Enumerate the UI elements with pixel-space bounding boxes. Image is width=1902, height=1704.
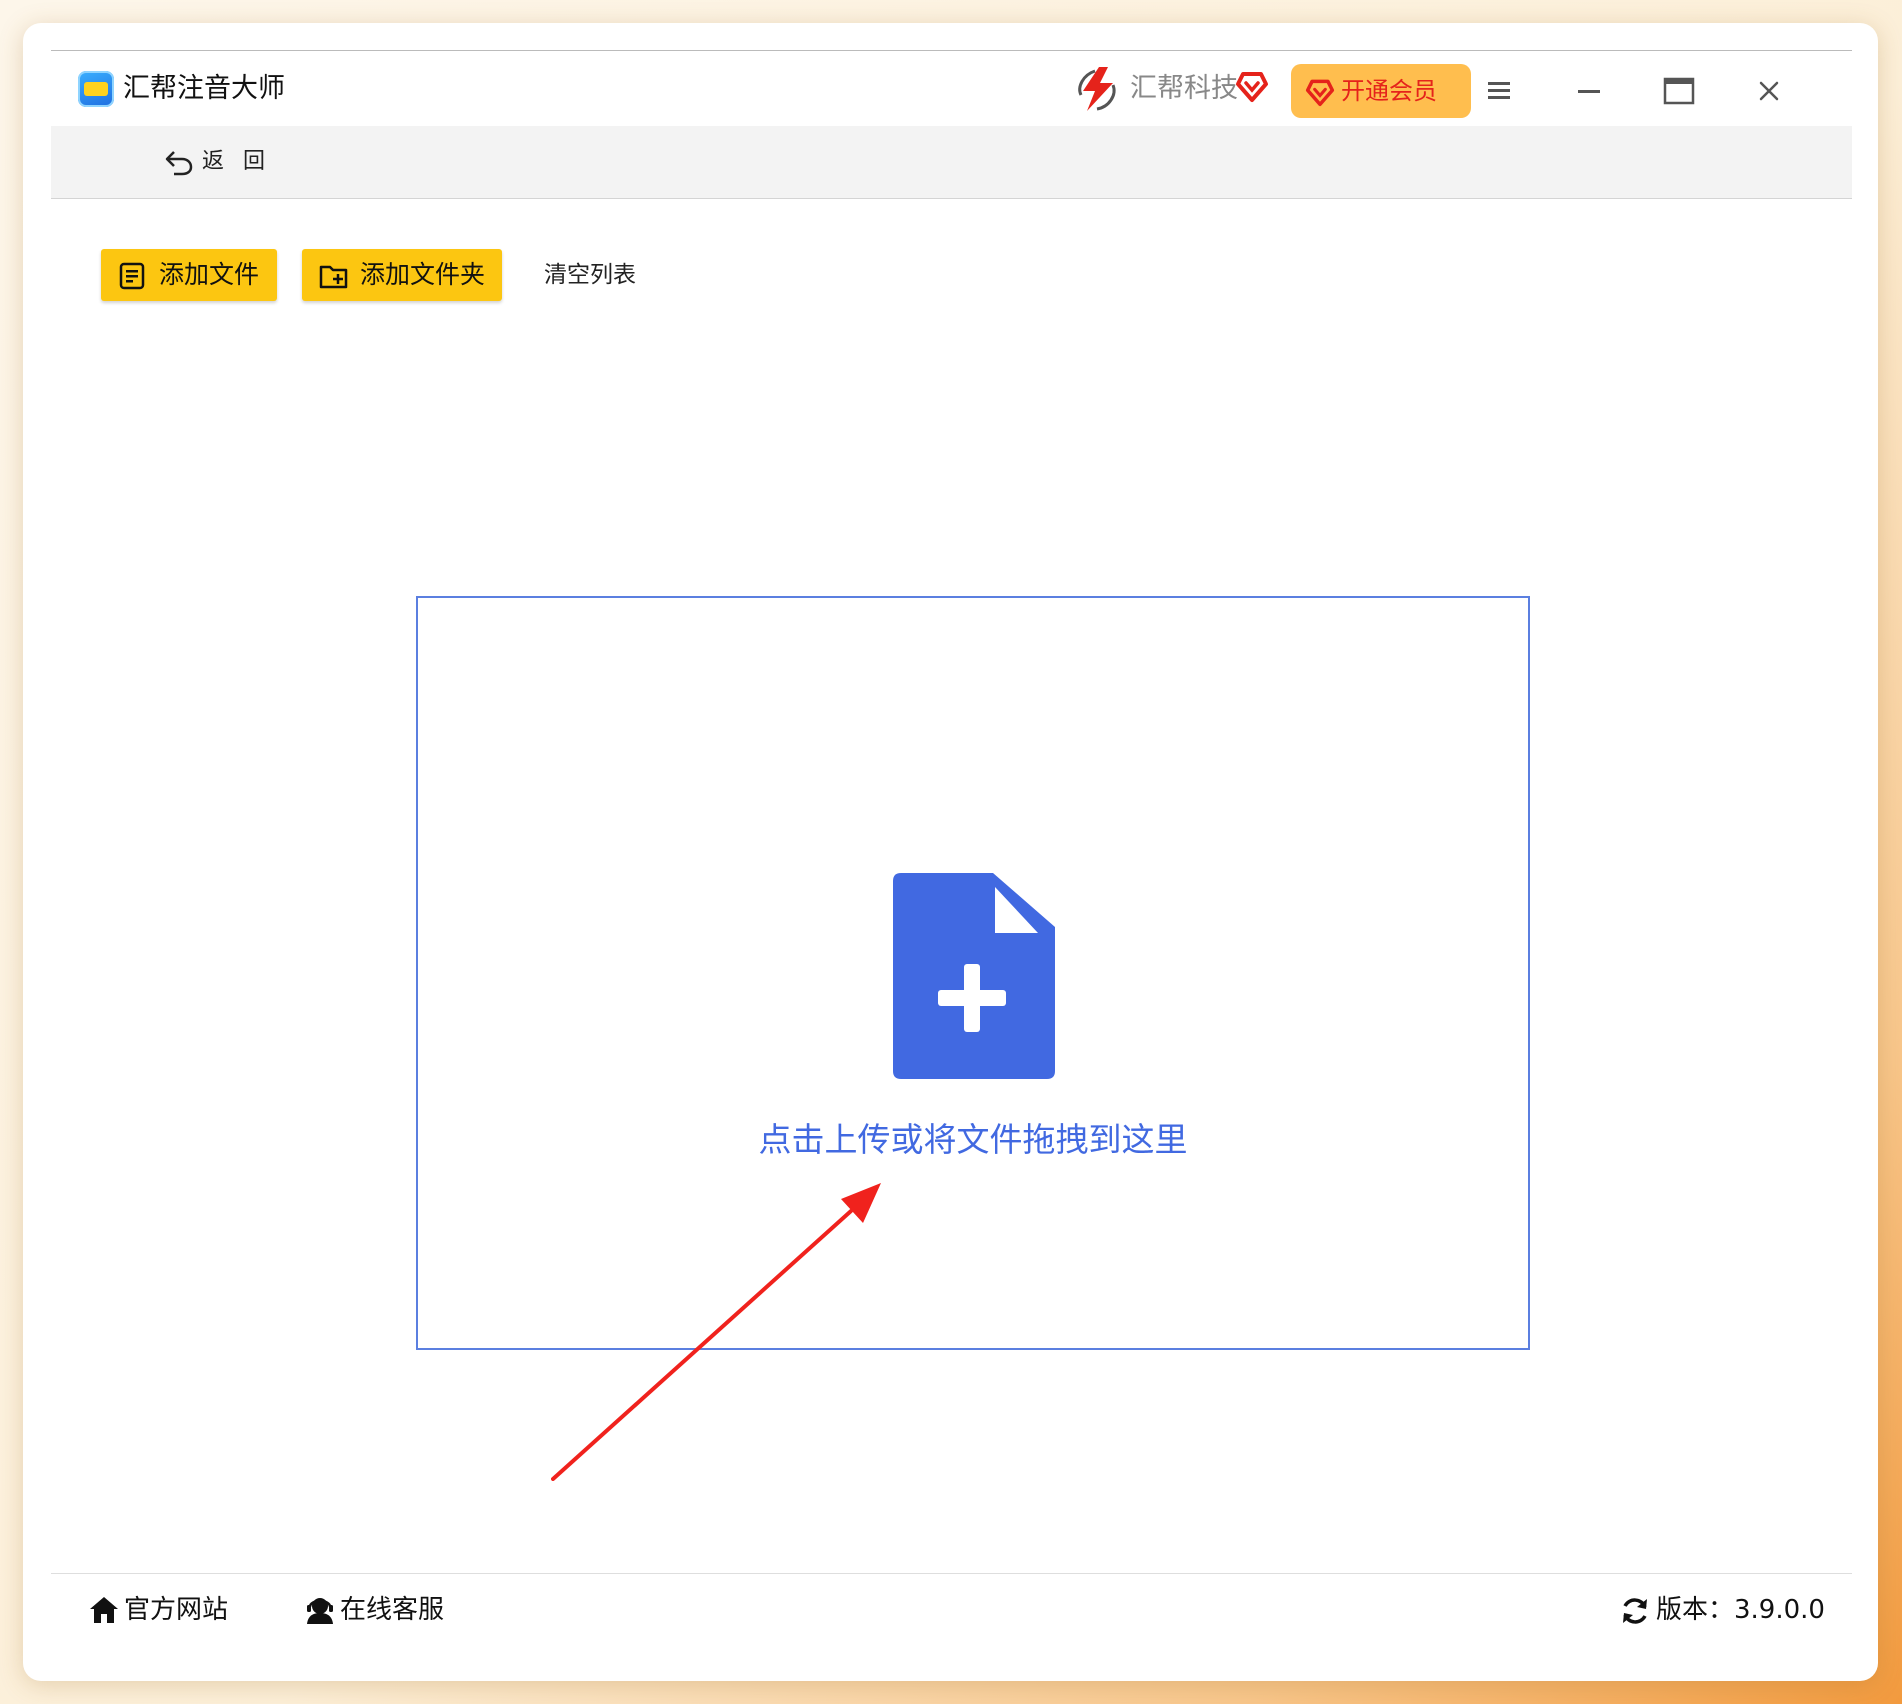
home-icon xyxy=(90,1597,118,1623)
annotation-arrow xyxy=(551,1183,881,1481)
heart-gem-icon xyxy=(1236,72,1268,102)
menu-icon[interactable] xyxy=(1479,71,1519,111)
gem-icon xyxy=(1305,79,1335,107)
brand-name: 汇帮科技 xyxy=(1130,73,1238,104)
add-folder-button[interactable]: 添加文件夹 xyxy=(302,249,502,301)
clear-list-button[interactable]: 清空列表 xyxy=(544,259,636,291)
title-bar: 汇帮注音大师 汇帮科技 开通会员 xyxy=(51,51,1852,125)
folder-add-icon xyxy=(319,265,348,289)
file-add-icon xyxy=(893,873,1055,1079)
add-file-label: 添加文件 xyxy=(159,260,260,289)
app-logo xyxy=(78,71,114,107)
footer-bar: 官方网站 在线客服 版本：3.9.0.0 xyxy=(51,1573,1852,1650)
add-folder-label: 添加文件夹 xyxy=(360,260,486,289)
vip-label: 开通会员 xyxy=(1341,77,1437,105)
app-window: 汇帮注音大师 汇帮科技 开通会员 返 回 添加文件 添加文件夹 清空列表 点击上… xyxy=(23,23,1878,1681)
back-label: 返 回 xyxy=(202,149,271,174)
file-list-icon xyxy=(119,262,145,290)
app-title: 汇帮注音大师 xyxy=(123,73,285,104)
close-icon[interactable] xyxy=(1749,71,1789,111)
minimize-icon[interactable] xyxy=(1569,71,1609,111)
drop-hint-text: 点击上传或将文件拖拽到这里 xyxy=(758,1120,1188,1159)
open-vip-button[interactable]: 开通会员 xyxy=(1291,64,1471,118)
back-arrow-icon xyxy=(165,151,193,176)
version-label: 版本：3.9.0.0 xyxy=(1656,1595,1825,1625)
add-file-button[interactable]: 添加文件 xyxy=(101,249,277,301)
maximize-icon[interactable] xyxy=(1659,71,1699,111)
service-label: 在线客服 xyxy=(340,1595,445,1625)
brand-logo-icon xyxy=(1078,67,1116,111)
website-label: 官方网站 xyxy=(124,1595,229,1625)
window-content: 汇帮注音大师 汇帮科技 开通会员 返 回 添加文件 添加文件夹 清空列表 点击上… xyxy=(51,50,1852,1650)
headset-user-icon xyxy=(307,1598,333,1624)
refresh-icon xyxy=(1623,1598,1647,1624)
nav-bar: 返 回 xyxy=(51,126,1852,199)
